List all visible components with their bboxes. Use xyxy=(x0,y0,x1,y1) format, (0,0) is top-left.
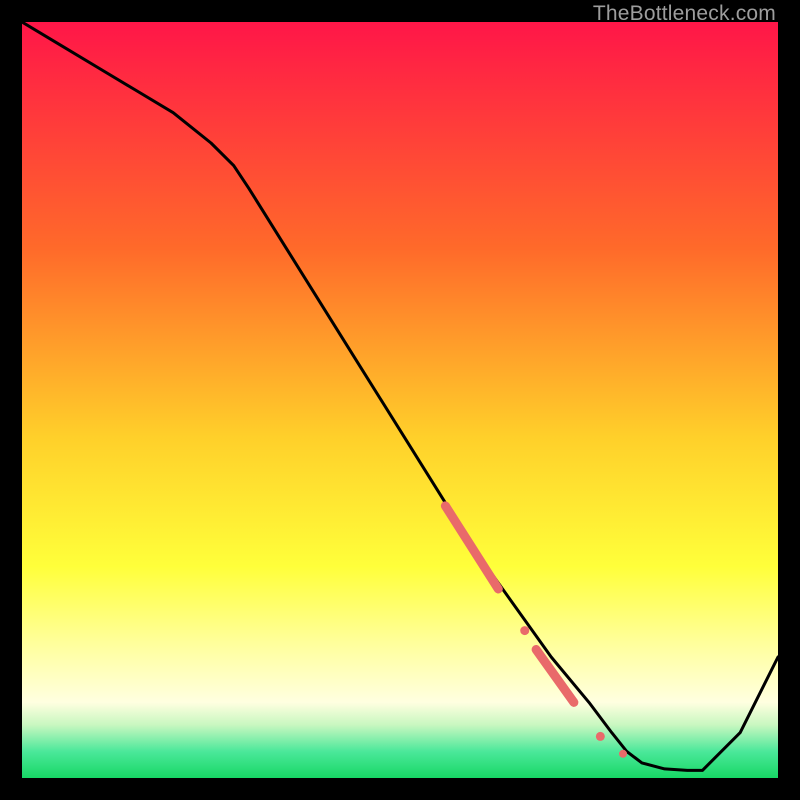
marker-dot xyxy=(596,732,605,741)
chart-frame xyxy=(22,22,778,778)
watermark-text: TheBottleneck.com xyxy=(593,2,776,26)
marker-dot xyxy=(520,626,529,635)
gradient-background xyxy=(22,22,778,778)
chart-svg xyxy=(22,22,778,778)
marker-dot xyxy=(619,750,627,758)
